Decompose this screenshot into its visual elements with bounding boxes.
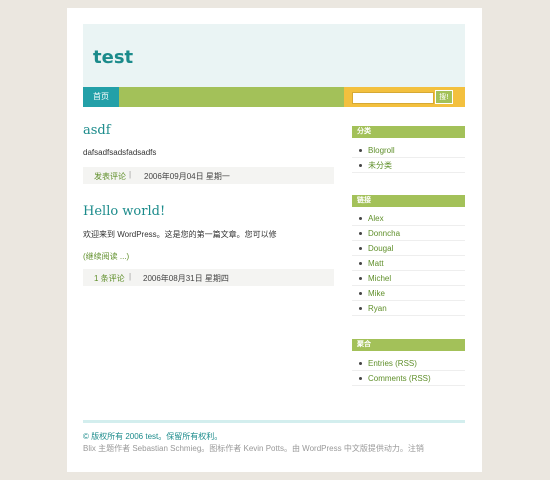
post-title[interactable]: Hello world!: [83, 204, 165, 219]
post-comments-link[interactable]: 发表评论: [94, 171, 126, 182]
post-excerpt: 欢迎来到 WordPress。这是您的第一篇文章。您可以修: [83, 230, 277, 239]
footer-divider: [83, 420, 465, 423]
link-item[interactable]: Dougal: [352, 241, 465, 256]
footer-credit: Blix 主题作者 Sebastian Schmieg。图标作者 Kevin P…: [83, 444, 424, 453]
post-date: 2006年08月31日 星期四: [143, 274, 229, 283]
site-title[interactable]: test: [93, 47, 133, 68]
link-item[interactable]: Matt: [352, 256, 465, 271]
site-header: test: [83, 24, 465, 87]
post-comments-link[interactable]: 1 条评论: [94, 273, 125, 284]
link-item[interactable]: Michel: [352, 271, 465, 286]
page-container: test 首页 搜! asdf dafsadfsadsfadsadfs 发表评论…: [67, 8, 482, 472]
nav-bar: 首页 搜!: [83, 87, 465, 107]
search-input[interactable]: [352, 92, 434, 104]
widget-title-links: 链接: [352, 195, 465, 207]
link-item[interactable]: Ryan: [352, 301, 465, 316]
link-item[interactable]: Donncha: [352, 226, 465, 241]
links-list: Alex Donncha Dougal Matt Michel Mike Rya…: [352, 211, 465, 316]
category-item[interactable]: 未分类: [352, 158, 465, 173]
link-item[interactable]: Alex: [352, 211, 465, 226]
post-excerpt: dafsadfsadsfadsadfs: [83, 148, 157, 157]
widget-title-feeds: 聚合: [352, 339, 465, 351]
post-title[interactable]: asdf: [83, 123, 111, 138]
read-more-link[interactable]: (继续阅读 ...): [83, 251, 129, 262]
post-meta: 发表评论 | 2006年09月04日 星期一: [83, 167, 334, 184]
footer-copyright: © 版权所有 2006 test。保留所有权利。: [83, 432, 223, 441]
post-meta: 1 条评论 | 2006年08月31日 星期四: [83, 269, 334, 286]
widget-title-categories: 分类: [352, 126, 465, 138]
category-item[interactable]: Blogroll: [352, 143, 465, 158]
feed-item[interactable]: Comments (RSS): [352, 371, 465, 386]
search-button[interactable]: 搜!: [435, 90, 453, 104]
post-date: 2006年09月04日 星期一: [144, 172, 230, 181]
meta-separator: |: [129, 170, 132, 179]
meta-separator: |: [129, 272, 132, 281]
categories-list: Blogroll 未分类: [352, 143, 465, 173]
search-area: 搜!: [344, 87, 465, 107]
nav-home-link[interactable]: 首页: [83, 87, 119, 107]
feeds-list: Entries (RSS) Comments (RSS): [352, 356, 465, 386]
link-item[interactable]: Mike: [352, 286, 465, 301]
feed-item[interactable]: Entries (RSS): [352, 356, 465, 371]
